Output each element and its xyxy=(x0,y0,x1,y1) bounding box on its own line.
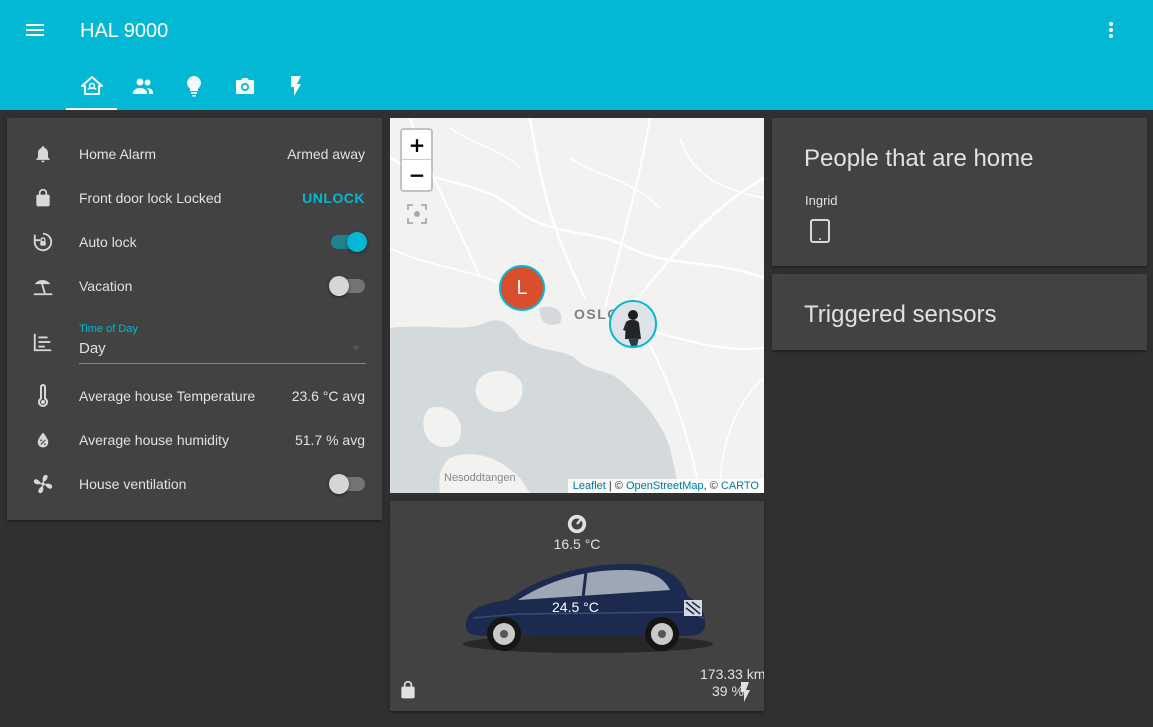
unlock-button[interactable]: UNLOCK xyxy=(302,190,365,206)
door-lock-label: Front door lock Locked xyxy=(79,190,222,206)
sensors-card-title: Triggered sensors xyxy=(804,301,997,328)
ventilation-row: House ventilation xyxy=(7,464,382,504)
view-tabs xyxy=(66,62,321,110)
vacation-label: Vacation xyxy=(79,278,133,294)
tab-home[interactable] xyxy=(66,62,117,110)
car-range: 173.33 km xyxy=(700,666,764,682)
app-title: HAL 9000 xyxy=(80,20,169,42)
zoom-in-button[interactable]: + xyxy=(402,130,432,160)
menu-icon[interactable] xyxy=(23,18,47,42)
car-card: 16.5 °C 24.5 °C 173.33 km 39 % xyxy=(390,501,764,711)
more-vert-icon[interactable] xyxy=(1099,18,1123,42)
lock-icon xyxy=(31,186,55,210)
auto-lock-label: Auto lock xyxy=(79,234,137,250)
humidity-row[interactable]: Average house humidity 51.7 % avg xyxy=(7,420,382,460)
inside-temperature: 24.5 °C xyxy=(552,599,599,615)
flash-icon xyxy=(290,76,301,96)
osm-link[interactable]: OpenStreetMap xyxy=(626,480,704,492)
place-label: Nesoddtangen xyxy=(444,472,516,484)
map-card[interactable]: Nesoddtangen OSLO + − L Leaflet | © Open… xyxy=(390,118,764,493)
attribution-sep: | © xyxy=(605,480,626,492)
temperature-label: Average house Temperature xyxy=(79,388,256,404)
ventilation-toggle[interactable] xyxy=(329,474,365,494)
map-attribution: Leaflet | © OpenStreetMap, © CARTO xyxy=(567,479,764,493)
tab-people[interactable] xyxy=(117,62,168,110)
attribution-sep: , © xyxy=(703,480,721,492)
app-header: HAL 9000 xyxy=(0,0,1153,110)
person-name: Ingrid xyxy=(805,193,838,208)
zoom-out-button[interactable]: − xyxy=(402,160,432,190)
carto-link[interactable]: CARTO xyxy=(721,480,759,492)
car-lock-icon[interactable] xyxy=(398,679,418,701)
beach-icon xyxy=(31,274,55,298)
people-card: People that are home Ingrid xyxy=(772,118,1147,266)
account-group-icon xyxy=(132,78,153,94)
thermostat-icon xyxy=(566,513,588,535)
alarm-state: Armed away xyxy=(287,146,365,162)
door-lock-row: Front door lock Locked UNLOCK xyxy=(7,178,382,218)
humidity-value: 51.7 % avg xyxy=(294,432,365,448)
outside-temperature: 16.5 °C xyxy=(553,536,601,552)
alarm-label: Home Alarm xyxy=(79,146,157,162)
flash-icon xyxy=(736,681,750,703)
person-marker-l[interactable]: L xyxy=(499,265,545,311)
humidity-label: Average house humidity xyxy=(79,432,229,448)
alarm-row[interactable]: Home Alarm Armed away xyxy=(7,134,382,174)
fan-icon xyxy=(31,472,55,496)
auto-lock-row: Auto lock xyxy=(7,222,382,262)
people-card-title: People that are home xyxy=(804,145,1034,172)
avatar xyxy=(611,302,655,346)
tab-lights[interactable] xyxy=(168,62,219,110)
vacation-row: Vacation xyxy=(7,266,382,306)
auto-lock-toggle[interactable] xyxy=(329,232,367,252)
bell-icon xyxy=(31,142,55,166)
time-of-day-value: Day xyxy=(79,340,106,357)
triggered-sensors-card: Triggered sensors xyxy=(772,274,1147,350)
focus-icon[interactable] xyxy=(406,203,428,225)
temperature-value: 23.6 °C avg xyxy=(291,388,365,404)
ventilation-label: House ventilation xyxy=(79,476,187,492)
person-marker-photo[interactable] xyxy=(609,300,657,348)
lock-reset-icon xyxy=(31,230,55,254)
thermometer-icon xyxy=(31,384,55,408)
tablet-icon[interactable] xyxy=(810,219,834,245)
timeline-icon xyxy=(31,330,55,354)
tab-energy[interactable] xyxy=(270,62,321,110)
chevron-down-icon xyxy=(352,346,360,351)
time-of-day-select[interactable]: Time of Day Day xyxy=(79,318,366,364)
leaflet-link[interactable]: Leaflet xyxy=(573,480,606,492)
zoom-control: + − xyxy=(400,128,433,192)
entities-card: Home Alarm Armed away Front door lock Lo… xyxy=(7,118,382,520)
lightbulb-icon xyxy=(186,76,201,97)
vacation-toggle[interactable] xyxy=(329,276,365,296)
tab-cameras[interactable] xyxy=(219,62,270,110)
time-of-day-label: Time of Day xyxy=(79,323,138,335)
temperature-row[interactable]: Average house Temperature 23.6 °C avg xyxy=(7,376,382,416)
camera-icon xyxy=(235,78,254,94)
home-automation-icon xyxy=(80,76,103,95)
water-percent-icon xyxy=(31,428,55,452)
